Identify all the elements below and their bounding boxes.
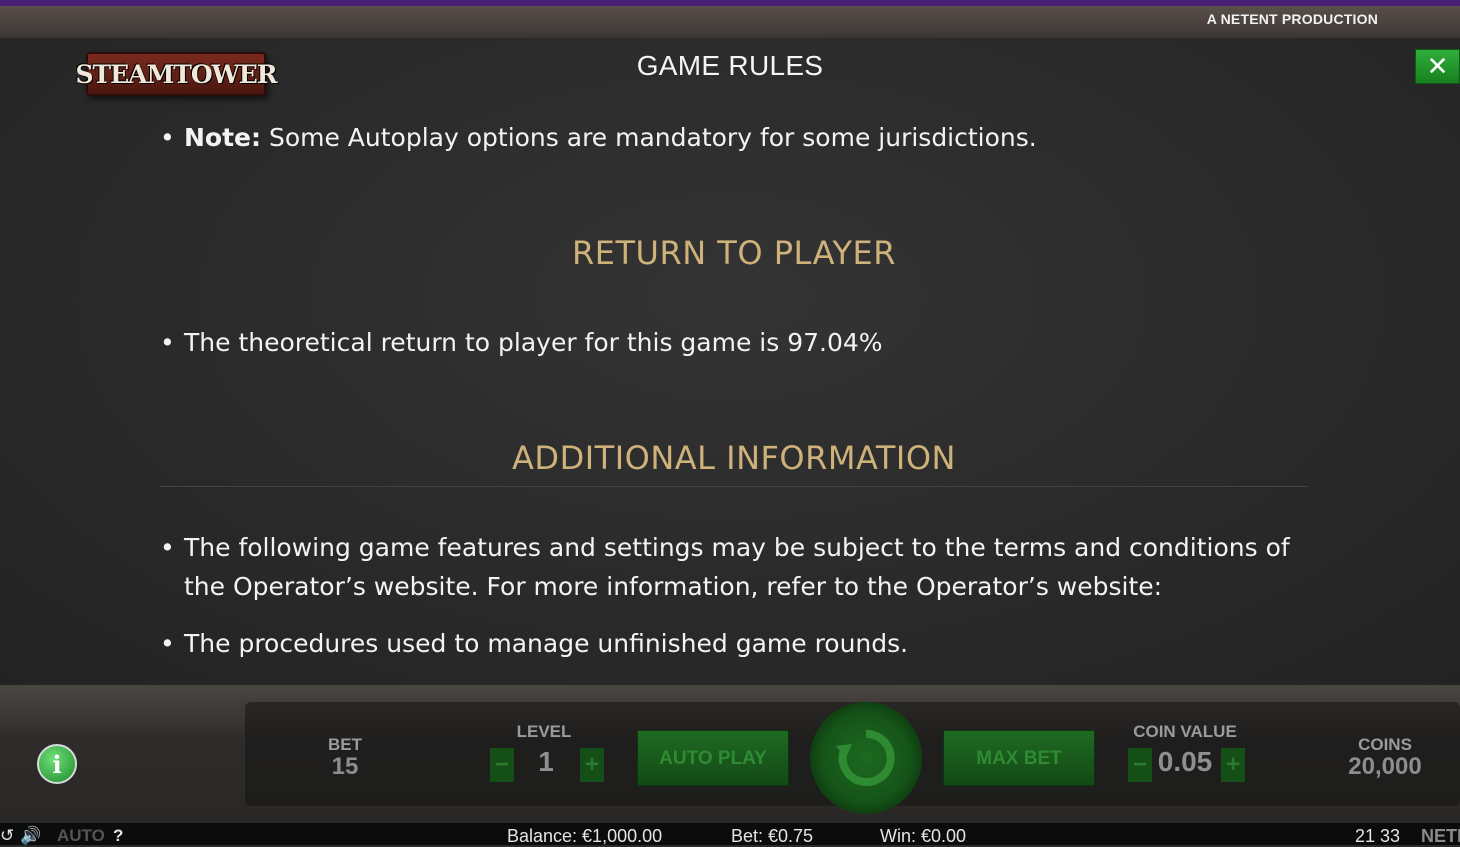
bullet-icon: • — [160, 123, 175, 152]
info-icon: i — [52, 749, 62, 779]
plus-icon: + — [584, 751, 599, 778]
minus-icon: − — [1132, 751, 1147, 778]
spin-icon — [836, 729, 895, 786]
clock: 21 33 — [1355, 826, 1401, 846]
page-title: GAME RULES — [636, 50, 824, 81]
level-decrease-button[interactable]: − — [490, 748, 514, 782]
help-button[interactable]: ? — [113, 826, 123, 846]
producer-label: A NETENT PRODUCTION — [1206, 11, 1378, 27]
status-bar: ↺ 🔊 AUTO ? Balance: €1,000.00 Bet: €0.75… — [0, 823, 1460, 846]
list-item: • The procedures used to manage unfinish… — [160, 624, 1308, 663]
info-button[interactable]: i — [37, 744, 77, 784]
bullet-icon: • — [160, 629, 175, 658]
fullscreen-icon[interactable]: ↺ — [0, 826, 14, 846]
rtp-text: The theoretical return to player for thi… — [184, 328, 883, 357]
additional-heading: ADDITIONAL INFORMATION — [512, 439, 956, 477]
coins-label: COINS — [1358, 735, 1412, 754]
note-text: Some Autoplay options are mandatory for … — [261, 123, 1037, 152]
bet-value: 15 — [331, 753, 359, 780]
rtp-heading: RETURN TO PLAYER — [572, 234, 896, 272]
note-label: Note: — [184, 123, 262, 152]
spin-button[interactable] — [810, 702, 922, 814]
brand-label: NETE — [1421, 826, 1460, 846]
bet-text: Bet: €0.75 — [731, 826, 814, 846]
top-bar: A NETENT PRODUCTION — [0, 0, 1460, 38]
level-increase-button[interactable]: + — [580, 748, 604, 782]
plus-icon: + — [1225, 751, 1240, 778]
divider — [160, 486, 1308, 487]
level-label: LEVEL — [516, 722, 572, 741]
coin-value-label: COIN VALUE — [1133, 722, 1237, 741]
bullet-icon: • — [160, 328, 175, 357]
list-item: • The theoretical return to player for t… — [160, 323, 1308, 362]
coin-value: 0.05 — [1157, 746, 1213, 777]
list-item: • Note: Some Autoplay options are mandat… — [160, 118, 1308, 157]
autoplay-button[interactable]: AUTO PLAY — [637, 730, 789, 786]
coins-value: 20,000 — [1348, 753, 1422, 780]
level-value: 1 — [538, 746, 554, 777]
balance-text: Balance: €1,000.00 — [507, 826, 663, 846]
sound-icon[interactable]: 🔊 — [20, 826, 41, 846]
win-text: Win: €0.00 — [880, 826, 967, 846]
auto-toggle[interactable]: AUTO — [57, 826, 105, 846]
coin-value-increase-button[interactable]: + — [1221, 748, 1245, 782]
close-button[interactable]: ✕ — [1415, 49, 1460, 84]
minus-icon: − — [494, 751, 509, 778]
coin-value-decrease-button[interactable]: − — [1128, 748, 1152, 782]
bet-label: BET — [328, 735, 362, 754]
close-icon: ✕ — [1426, 51, 1449, 82]
additional-item-text: The following game features and settings… — [184, 533, 1290, 601]
max-bet-button[interactable]: MAX BET — [943, 730, 1095, 786]
list-item: • The following game features and settin… — [160, 528, 1308, 606]
bullet-icon: • — [160, 533, 175, 562]
additional-item-text: The procedures used to manage unfinished… — [184, 629, 909, 658]
